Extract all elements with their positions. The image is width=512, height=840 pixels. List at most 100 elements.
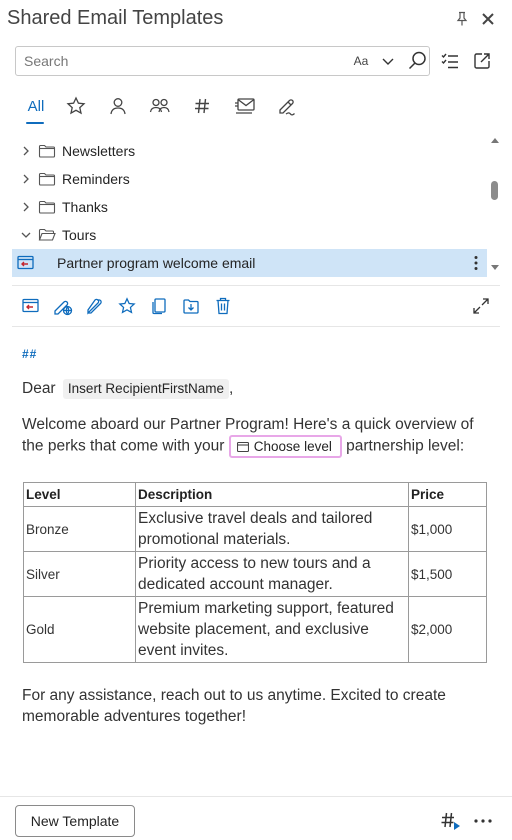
folder-row-newsletters[interactable]: Newsletters xyxy=(12,137,487,165)
close-button[interactable] xyxy=(478,9,498,29)
table-cell: Gold xyxy=(23,596,136,663)
table-header-row: Level Description Price xyxy=(23,482,487,507)
scroll-down-arrow[interactable] xyxy=(490,264,500,272)
table-cell: $1,000 xyxy=(408,506,487,552)
table-row: Gold Premium marketing support, featured… xyxy=(23,596,487,663)
table-cell: Premium marketing support, featured webs… xyxy=(135,596,409,663)
copy-button[interactable] xyxy=(148,295,170,317)
search-box: Aa xyxy=(15,46,430,76)
table-header: Price xyxy=(408,482,487,507)
dropdown-field-icon xyxy=(236,441,249,452)
table-cell: Bronze xyxy=(23,506,136,552)
table-row: Bronze Exclusive travel deals and tailor… xyxy=(23,506,487,552)
folder-row-thanks[interactable]: Thanks xyxy=(12,193,487,221)
triangle-up-icon xyxy=(491,138,499,143)
macros-button[interactable] xyxy=(440,810,462,832)
table-cell: $1,500 xyxy=(408,551,487,597)
checklist-button[interactable] xyxy=(440,51,460,71)
move-button[interactable] xyxy=(180,295,202,317)
table-header: Level xyxy=(23,482,136,507)
search-options-dropdown[interactable] xyxy=(378,51,398,71)
scroll-up-arrow[interactable] xyxy=(490,136,500,144)
table-row: Silver Priority access to new tours and … xyxy=(23,551,487,597)
envelope-icon xyxy=(235,98,255,114)
folder-row-reminders[interactable]: Reminders xyxy=(12,165,487,193)
toolbar-divider xyxy=(12,326,500,327)
copy-icon xyxy=(152,298,166,315)
scrollbar-thumb[interactable] xyxy=(491,181,498,200)
choose-level-label: Choose level xyxy=(253,439,332,454)
open-external-button[interactable] xyxy=(472,51,492,71)
table-cell: Priority access to new tours and a dedic… xyxy=(135,551,409,597)
move-to-folder-icon xyxy=(183,299,199,314)
chevron-right-icon[interactable] xyxy=(20,173,32,185)
close-icon xyxy=(482,13,494,25)
insert-template-button[interactable] xyxy=(20,295,42,317)
search-input[interactable] xyxy=(16,47,352,75)
table-header: Description xyxy=(135,482,409,507)
greeting-comma: , xyxy=(228,380,234,397)
choose-level-field: Choose level xyxy=(228,435,342,458)
panel-title: Shared Email Templates xyxy=(7,7,224,29)
people-icon xyxy=(149,98,170,113)
star-icon xyxy=(118,297,136,314)
share-edit-button[interactable] xyxy=(52,295,74,317)
template-row-partner-program[interactable]: Partner program welcome email xyxy=(12,249,487,277)
levels-table: Level Description Price Bronze Exclusive… xyxy=(23,482,487,663)
match-case-toggle[interactable]: Aa xyxy=(350,47,372,75)
tab-personal[interactable] xyxy=(106,92,130,120)
checklist-icon xyxy=(441,53,458,69)
new-template-button[interactable]: New Template xyxy=(15,805,135,837)
folder-label: Tours xyxy=(62,227,97,243)
folder-row-tours[interactable]: Tours xyxy=(12,221,487,249)
tab-all[interactable]: All xyxy=(24,92,48,120)
template-icon xyxy=(17,255,34,270)
delete-button[interactable] xyxy=(212,295,234,317)
folder-icon xyxy=(38,200,56,214)
chevron-right-icon[interactable] xyxy=(20,201,32,213)
greeting-text: Dear xyxy=(22,380,56,397)
intro-paragraph: Welcome aboard our Partner Program! Here… xyxy=(22,414,490,458)
hashtag-macro-icon xyxy=(441,812,460,830)
folder-label: Thanks xyxy=(62,199,108,215)
tab-macros[interactable] xyxy=(190,92,214,120)
greeting-line: Dear Insert RecipientFirstName, xyxy=(22,376,490,402)
folder-open-icon xyxy=(38,228,56,241)
table-cell: Exclusive travel deals and tailored prom… xyxy=(135,506,409,552)
closing-paragraph: For any assistance, reach out to us anyt… xyxy=(22,687,446,725)
chevron-right-icon[interactable] xyxy=(20,145,32,157)
active-tab-indicator xyxy=(26,122,44,124)
tab-signatures[interactable] xyxy=(274,92,300,120)
intro-after-text: partnership level: xyxy=(346,437,465,455)
search-button[interactable] xyxy=(406,50,428,72)
table-cell: $2,000 xyxy=(408,596,487,663)
pin-icon xyxy=(456,11,468,26)
tab-favorites[interactable] xyxy=(64,92,88,120)
expand-icon xyxy=(473,298,489,314)
more-vertical-icon[interactable] xyxy=(473,255,479,271)
person-icon xyxy=(110,98,126,115)
chevron-down-icon[interactable] xyxy=(20,229,32,241)
tab-email-templates[interactable] xyxy=(232,92,258,120)
triangle-down-icon xyxy=(491,265,499,270)
tab-team[interactable] xyxy=(148,92,172,120)
open-external-icon xyxy=(474,53,490,69)
macro-marker: ## xyxy=(22,347,38,361)
table-cell: Silver xyxy=(23,551,136,597)
folder-label: Newsletters xyxy=(62,143,136,159)
folder-label: Reminders xyxy=(62,171,130,187)
favorite-button[interactable] xyxy=(116,295,138,317)
more-options-button[interactable] xyxy=(472,810,494,832)
folder-icon xyxy=(38,144,56,158)
pin-button[interactable] xyxy=(452,9,472,29)
folder-icon xyxy=(38,172,56,186)
edit-button[interactable] xyxy=(84,295,106,317)
more-horizontal-icon xyxy=(474,819,492,823)
chevron-down-icon xyxy=(382,58,394,65)
expand-preview-button[interactable] xyxy=(470,295,492,317)
template-label: Partner program welcome email xyxy=(57,255,256,271)
insert-template-icon xyxy=(22,298,39,313)
recipient-name-field: Insert RecipientFirstName xyxy=(62,379,229,399)
tree-divider xyxy=(12,285,500,286)
pen-signature-icon xyxy=(279,99,295,116)
